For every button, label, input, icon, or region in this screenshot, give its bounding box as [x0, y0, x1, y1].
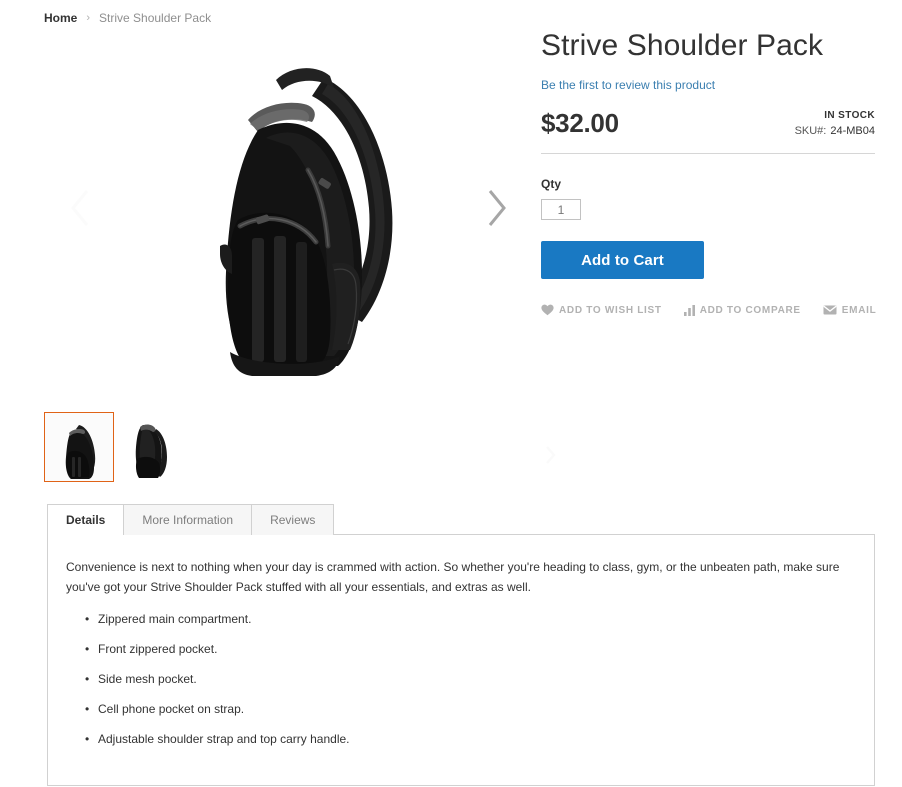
- sku-label: SKU#:: [794, 125, 827, 137]
- tab-strip: Details More Information Reviews: [47, 504, 875, 536]
- list-item: Side mesh pocket.: [85, 669, 856, 689]
- breadcrumb-current-page: Strive Shoulder Pack: [99, 11, 212, 25]
- product-info: Strive Shoulder Pack Be the first to rev…: [541, 28, 877, 317]
- tab-details[interactable]: Details: [47, 504, 125, 536]
- add-to-cart-button[interactable]: Add to Cart: [541, 241, 704, 279]
- price-row: $32.00 IN STOCK SKU#: 24-MB04: [541, 107, 875, 147]
- tab-reviews[interactable]: Reviews: [251, 504, 335, 535]
- page-title: Strive Shoulder Pack: [541, 29, 824, 62]
- heart-icon: [541, 304, 554, 316]
- thumbnail-next-arrow-icon[interactable]: [542, 444, 558, 466]
- tab-more-information[interactable]: More Information: [123, 504, 253, 535]
- gallery-prev-arrow-icon[interactable]: [66, 185, 96, 231]
- email-link[interactable]: Email: [823, 305, 877, 316]
- list-item: Zippered main compartment.: [85, 609, 856, 629]
- info-divider: [541, 153, 875, 154]
- breadcrumb: Home › Strive Shoulder Pack: [44, 10, 211, 26]
- qty-label: Qty: [541, 177, 562, 191]
- envelope-icon: [823, 305, 837, 315]
- product-description: Convenience is next to nothing when your…: [66, 560, 840, 594]
- product-gallery: [44, 32, 514, 384]
- breadcrumb-separator-icon: ›: [86, 12, 91, 24]
- main-product-image[interactable]: [44, 32, 514, 384]
- gallery-next-arrow-icon[interactable]: [481, 185, 511, 231]
- list-item: Cell phone pocket on strap.: [85, 699, 856, 719]
- email-label: Email: [841, 304, 877, 316]
- add-to-wishlist-link[interactable]: Add to Wish List: [541, 304, 662, 316]
- tab-panel-details: Convenience is next to nothing when your…: [47, 534, 875, 786]
- product-tabs: Details More Information Reviews Conveni…: [47, 504, 875, 787]
- gallery-thumbnail-2[interactable]: [116, 412, 186, 482]
- gallery-thumbnail-strip: [44, 412, 556, 488]
- gallery-thumbnail-1[interactable]: [44, 412, 114, 482]
- status-badge: IN STOCK: [824, 110, 875, 121]
- sku-value: 24-MB04: [830, 125, 875, 137]
- add-to-wishlist-label: Add to Wish List: [559, 304, 662, 316]
- add-to-compare-label: Add to Compare: [699, 304, 801, 316]
- bar-chart-icon: [683, 304, 695, 316]
- product-feature-list: Zippered main compartment. Front zippere…: [66, 609, 856, 749]
- product-sku: SKU#: 24-MB04: [795, 123, 875, 139]
- list-item: Adjustable shoulder strap and top carry …: [85, 729, 856, 749]
- product-social-actions: Add to Wish List Add to Compare Email: [541, 303, 877, 317]
- breadcrumb-home-link[interactable]: Home: [44, 10, 77, 26]
- quantity-input[interactable]: [541, 199, 581, 220]
- add-to-compare-link[interactable]: Add to Compare: [683, 304, 801, 316]
- write-review-link[interactable]: Be the first to review this product: [541, 77, 715, 93]
- list-item: Front zippered pocket.: [85, 639, 856, 659]
- availability-block: IN STOCK SKU#: 24-MB04: [795, 109, 875, 139]
